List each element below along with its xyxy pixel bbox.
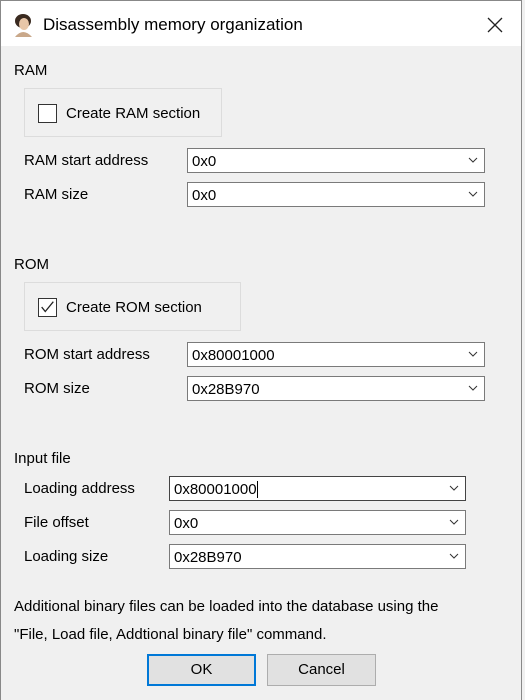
create-ram-checkbox[interactable] — [38, 104, 57, 123]
close-icon[interactable] — [483, 13, 507, 37]
chevron-down-icon — [449, 553, 459, 559]
ram-size-combo[interactable]: 0x0 — [187, 182, 485, 207]
ram-size-label: RAM size — [24, 186, 89, 203]
rom-size-combo[interactable]: 0x28B970 — [187, 376, 485, 401]
ram-size-value: 0x0 — [192, 187, 217, 204]
rom-start-combo[interactable]: 0x80001000 — [187, 342, 485, 367]
chevron-down-icon — [468, 191, 478, 197]
loading-address-combo[interactable]: 0x80001000 — [169, 476, 466, 501]
loading-size-label: Loading size — [24, 548, 109, 565]
loading-size-value: 0x28B970 — [174, 549, 242, 566]
create-ram-label[interactable]: Create RAM section — [66, 105, 200, 122]
app-portrait-icon — [15, 14, 32, 37]
file-offset-label: File offset — [24, 514, 89, 531]
rom-heading: ROM — [14, 256, 49, 273]
loading-size-combo[interactable]: 0x28B970 — [169, 544, 466, 569]
rom-size-label: ROM size — [24, 380, 90, 397]
input-file-heading: Input file — [14, 450, 71, 467]
chevron-down-icon — [468, 157, 478, 163]
create-rom-label[interactable]: Create ROM section — [66, 299, 202, 316]
cancel-button[interactable]: Cancel — [267, 654, 376, 686]
window-title: Disassembly memory organization — [43, 15, 303, 34]
ram-heading: RAM — [14, 62, 48, 79]
loading-address-label: Loading address — [24, 480, 135, 497]
checkmark-icon — [41, 301, 54, 313]
rom-size-value: 0x28B970 — [192, 381, 260, 398]
ram-start-label: RAM start address — [24, 152, 149, 169]
file-offset-value: 0x0 — [174, 515, 199, 532]
chevron-down-icon — [449, 519, 459, 525]
title-bar: Disassembly memory organization — [1, 1, 521, 46]
rom-start-value: 0x80001000 — [192, 347, 275, 364]
create-rom-checkbox[interactable] — [38, 298, 57, 317]
rom-start-label: ROM start address — [24, 346, 150, 363]
ok-button[interactable]: OK — [147, 654, 256, 686]
file-offset-combo[interactable]: 0x0 — [169, 510, 466, 535]
chevron-down-icon — [449, 485, 459, 491]
ram-start-value: 0x0 — [192, 153, 217, 170]
ram-create-group: Create RAM section — [24, 88, 222, 137]
ram-start-combo[interactable]: 0x0 — [187, 148, 485, 173]
rom-create-group: Create ROM section — [24, 282, 241, 331]
loading-address-value: 0x80001000 — [174, 481, 258, 498]
note-line-2: "File, Load file, Addtional binary file"… — [14, 626, 327, 643]
note-line-1: Additional binary files can be loaded in… — [14, 598, 439, 615]
chevron-down-icon — [468, 385, 478, 391]
chevron-down-icon — [468, 351, 478, 357]
